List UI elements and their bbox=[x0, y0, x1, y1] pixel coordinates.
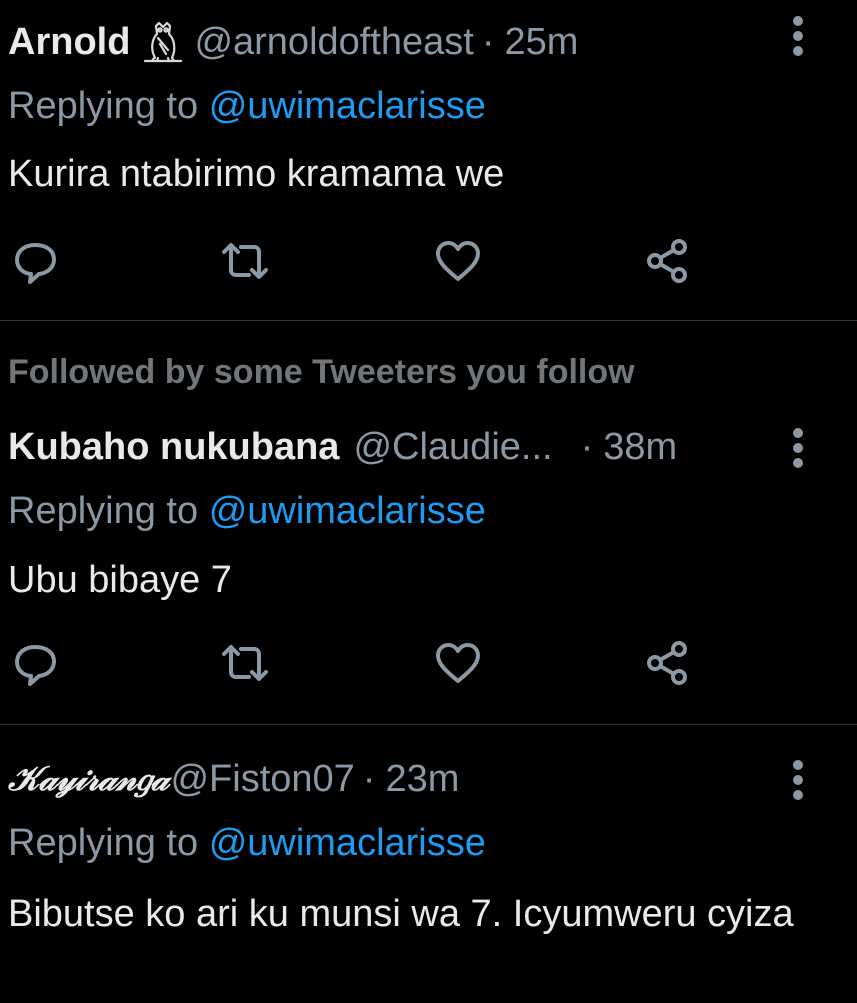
display-name[interactable]: Arnold bbox=[8, 20, 130, 64]
divider bbox=[0, 320, 857, 321]
owl-icon bbox=[142, 20, 184, 64]
more-options-icon[interactable] bbox=[784, 760, 812, 804]
tweet-actions bbox=[0, 638, 857, 688]
display-name[interactable]: Kubaho nukubana bbox=[8, 425, 339, 469]
tweet-text: Ubu bibaye 7 bbox=[8, 559, 232, 601]
retweet-icon[interactable] bbox=[220, 638, 270, 688]
handle[interactable]: @arnoldoftheast bbox=[194, 20, 473, 64]
tweet-header: Kubaho nukubana @Claudie... · 38m bbox=[8, 425, 677, 469]
timestamp[interactable]: 38m bbox=[603, 425, 677, 469]
tweet-header: Arnold @arnoldoftheast · 25m bbox=[8, 20, 578, 64]
more-options-icon[interactable] bbox=[784, 428, 812, 472]
reply-icon[interactable] bbox=[10, 638, 60, 688]
replying-mention-link[interactable]: @uwimaclarisse bbox=[209, 85, 486, 127]
like-icon[interactable] bbox=[433, 236, 483, 286]
handle[interactable]: @Claudie... bbox=[353, 425, 552, 469]
share-icon[interactable] bbox=[643, 236, 693, 286]
timestamp[interactable]: 25m bbox=[505, 20, 579, 64]
retweet-icon[interactable] bbox=[220, 236, 270, 286]
display-name[interactable]: 𝒦𝒶𝓎𝒾𝓇𝒶𝓃𝑔𝒶 bbox=[8, 757, 169, 801]
replying-label: Replying to bbox=[8, 85, 199, 127]
replying-to: Replying to @uwimaclarisse bbox=[8, 821, 486, 865]
handle[interactable]: @Fiston07 bbox=[170, 757, 354, 801]
more-options-icon[interactable] bbox=[784, 16, 812, 60]
replying-label: Replying to bbox=[8, 822, 199, 864]
replying-mention-link[interactable]: @uwimaclarisse bbox=[209, 822, 486, 864]
like-icon[interactable] bbox=[433, 638, 483, 688]
separator: · bbox=[481, 21, 495, 63]
tweet-text: Bibutse ko ari ku munsi wa 7. Icyumweru … bbox=[8, 893, 794, 935]
social-context: Followed by some Tweeters you follow bbox=[8, 353, 635, 391]
tweet-actions bbox=[0, 236, 857, 286]
reply-icon[interactable] bbox=[10, 236, 60, 286]
divider bbox=[0, 724, 857, 725]
replying-mention-link[interactable]: @uwimaclarisse bbox=[209, 490, 486, 532]
replying-label: Replying to bbox=[8, 490, 199, 532]
replying-to: Replying to @uwimaclarisse bbox=[8, 489, 486, 533]
separator: · bbox=[580, 426, 594, 468]
share-icon[interactable] bbox=[643, 638, 693, 688]
tweet-header: 𝒦𝒶𝓎𝒾𝓇𝒶𝓃𝑔𝒶 @Fiston07 · 23m bbox=[8, 757, 459, 801]
replying-to: Replying to @uwimaclarisse bbox=[8, 84, 486, 128]
separator: · bbox=[362, 758, 376, 800]
timestamp[interactable]: 23m bbox=[385, 757, 459, 801]
tweet-text: Kurira ntabirimo kramama we bbox=[8, 153, 505, 195]
